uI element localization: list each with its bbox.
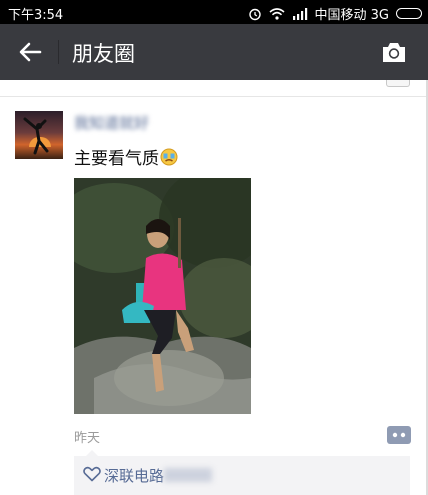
post-timestamp: 昨天 [74, 431, 101, 446]
header-divider [58, 40, 59, 64]
wifi-icon [268, 7, 285, 20]
liker-name-obscured [164, 468, 213, 482]
feed-divider [0, 96, 428, 97]
heart-icon [83, 466, 101, 482]
camera-icon[interactable] [380, 38, 408, 66]
signal-icon [292, 7, 307, 20]
avatar[interactable] [15, 111, 63, 159]
post-username[interactable]: 我知道就好 [74, 112, 149, 133]
page-title: 朋友圈 [72, 42, 135, 66]
post-text-content: 主要看气质 [74, 149, 159, 169]
likes-box: 深联电路 [74, 450, 410, 495]
comment-action-icon[interactable] [386, 425, 412, 445]
status-right: 中国移动 3G [248, 4, 422, 23]
alarm-icon [248, 8, 261, 20]
avatar-dancer-silhouette [23, 117, 49, 155]
battery-icon [396, 8, 422, 19]
previous-post-comment-icon[interactable] [386, 80, 410, 87]
liker-name-text: 深联电路 [104, 467, 165, 485]
crying-emoji-icon [160, 148, 178, 166]
back-arrow-icon[interactable] [16, 38, 44, 66]
status-time: 下午3:54 [8, 8, 64, 23]
post-photo[interactable] [74, 178, 251, 414]
photo-scene [74, 178, 251, 414]
carrier-label: 中国移动 3G [314, 8, 389, 23]
status-bar: 下午3:54 中国移动 3G [0, 0, 428, 24]
likes-box-pointer [86, 450, 98, 456]
top-app-bar: 朋友圈 [0, 24, 428, 80]
liker-name[interactable]: 深联电路 [104, 465, 213, 486]
post-text: 主要看气质 [74, 144, 178, 169]
